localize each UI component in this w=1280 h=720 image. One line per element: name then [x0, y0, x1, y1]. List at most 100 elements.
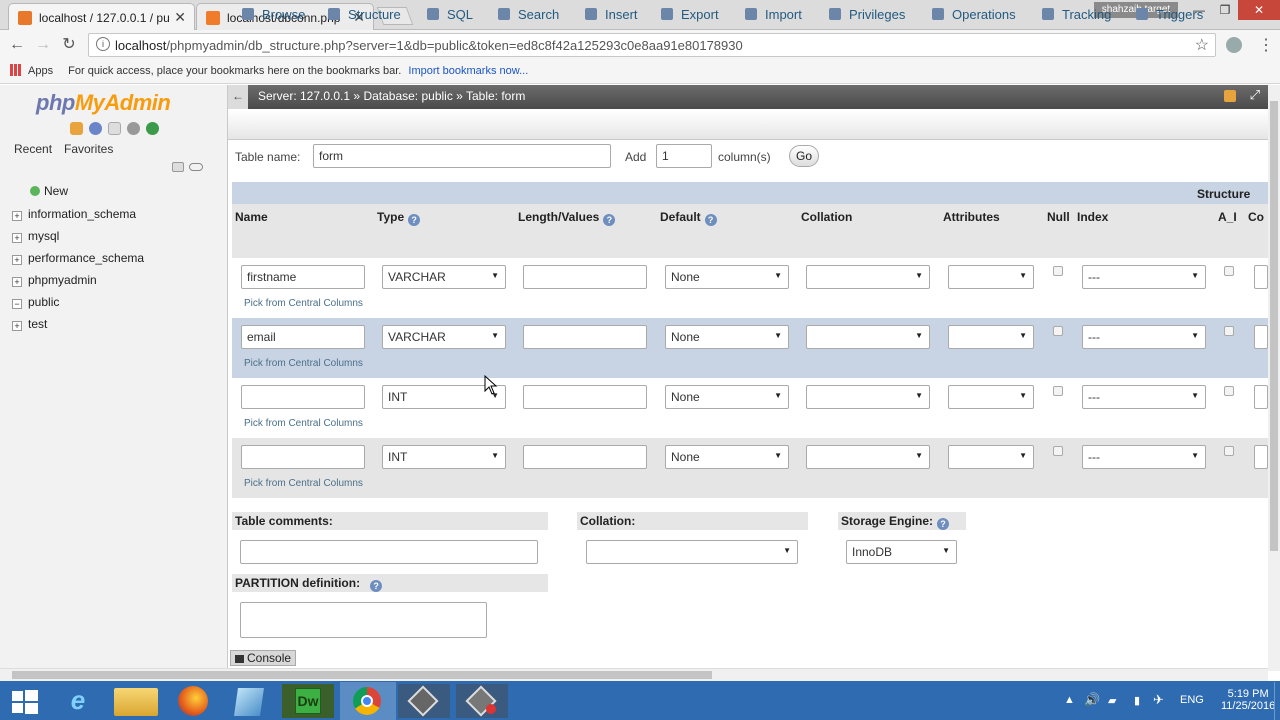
tree-item-public[interactable]: − public [12, 295, 59, 309]
restore-icon[interactable]: ❐ [1210, 0, 1240, 20]
tab-privileges[interactable]: Privileges [829, 7, 905, 22]
tab-import[interactable]: Import [745, 7, 802, 22]
table-name-input[interactable]: form [313, 144, 611, 168]
app-icon[interactable] [234, 688, 264, 716]
tab-structure[interactable]: Structure [328, 7, 401, 22]
horizontal-scrollbar[interactable] [0, 668, 1268, 681]
pick-central-columns-link[interactable]: Pick from Central Columns [244, 418, 363, 429]
apps-icon[interactable] [10, 64, 22, 76]
tab-export[interactable]: Export [661, 7, 719, 22]
internet-explorer-icon[interactable]: e [52, 684, 104, 718]
collation-select[interactable]: ▼ [806, 265, 930, 289]
info-icon[interactable]: i [96, 37, 110, 51]
comments-input[interactable] [1254, 445, 1268, 469]
link-icon[interactable] [189, 163, 203, 171]
settings-icon[interactable] [127, 122, 140, 135]
add-columns-input[interactable]: 1 [656, 144, 712, 168]
pick-central-columns-link[interactable]: Pick from Central Columns [244, 478, 363, 489]
close-tab-icon[interactable]: ✕ [174, 9, 186, 26]
type-select[interactable]: INT ▼ [382, 445, 506, 469]
tab-triggers[interactable]: Triggers [1136, 7, 1203, 22]
default-select[interactable]: None ▼ [665, 445, 789, 469]
length-input[interactable] [523, 385, 647, 409]
type-select[interactable]: VARCHAR ▼ [382, 265, 506, 289]
tree-item-phpmyadmin[interactable]: + phpmyadmin [12, 273, 97, 287]
null-checkbox[interactable] [1053, 386, 1063, 396]
help-icon[interactable]: ? [408, 214, 421, 226]
docs-icon[interactable] [108, 122, 121, 135]
collation-select[interactable]: ▼ [806, 385, 930, 409]
tree-item-performance-schema[interactable]: + performance_schema [12, 251, 144, 265]
help-icon[interactable]: ? [370, 580, 383, 592]
recent-tab[interactable]: Recent [14, 142, 52, 156]
default-select[interactable]: None ▼ [665, 325, 789, 349]
clock[interactable]: 5:19 PM 11/25/2016 [1221, 688, 1275, 712]
app-taskbar-button[interactable] [456, 684, 508, 718]
tree-item-test[interactable]: + test [12, 317, 47, 331]
table-comments-input[interactable] [240, 540, 538, 564]
scroll-thumb[interactable] [1270, 101, 1278, 551]
table-collation-select[interactable]: ▼ [586, 540, 798, 564]
menu-icon[interactable]: ⋮ [1258, 35, 1274, 55]
default-select[interactable]: None ▼ [665, 385, 789, 409]
battery-icon[interactable]: ▮ [1134, 694, 1140, 707]
comments-input[interactable] [1254, 325, 1268, 349]
help-icon[interactable]: ? [704, 214, 717, 226]
pick-central-columns-link[interactable]: Pick from Central Columns [244, 298, 363, 309]
file-explorer-icon[interactable] [114, 688, 158, 716]
bookmark-star-icon[interactable]: ☆ [1195, 35, 1209, 55]
breadcrumb-database[interactable]: Database: public [363, 89, 452, 103]
show-desktop-button[interactable] [1274, 682, 1280, 720]
tab-sql[interactable]: SQL [427, 7, 473, 22]
browser-tab-phpmyadmin[interactable]: localhost / 127.0.0.1 / pu ✕ [8, 3, 195, 30]
tree-item-new[interactable]: New [30, 184, 68, 198]
collapse-icon[interactable]: − [12, 299, 22, 309]
home-icon[interactable] [70, 122, 83, 135]
ai-checkbox[interactable] [1224, 446, 1234, 456]
tab-tracking[interactable]: Tracking [1042, 7, 1111, 22]
comments-input[interactable] [1254, 265, 1268, 289]
expand-icon[interactable]: + [12, 277, 22, 287]
column-name-input[interactable]: email [241, 325, 365, 349]
length-input[interactable] [523, 325, 647, 349]
windows-start-icon[interactable] [12, 690, 38, 714]
ai-checkbox[interactable] [1224, 266, 1234, 276]
tree-item-information-schema[interactable]: + information_schema [12, 207, 136, 221]
network-icon[interactable]: ▰ [1108, 694, 1116, 707]
null-checkbox[interactable] [1053, 266, 1063, 276]
tree-item-mysql[interactable]: + mysql [12, 229, 59, 243]
breadcrumb-table[interactable]: Table: form [466, 89, 525, 103]
vertical-scrollbar[interactable] [1268, 85, 1280, 671]
language-indicator[interactable]: ENG [1180, 694, 1204, 706]
console-button[interactable]: Console [230, 650, 296, 666]
firefox-icon[interactable] [178, 686, 208, 716]
column-name-input[interactable]: firstname [241, 265, 365, 289]
airplane-mode-icon[interactable]: ✈ [1153, 692, 1164, 708]
apps-link[interactable]: Apps [28, 65, 53, 77]
expand-icon[interactable]: + [12, 211, 22, 221]
default-select[interactable]: None ▼ [665, 265, 789, 289]
help-icon[interactable]: ? [603, 214, 616, 226]
index-select[interactable]: --- ▼ [1082, 445, 1206, 469]
collapse-nav-icon[interactable]: ← [228, 85, 248, 109]
attributes-select[interactable]: ▼ [948, 385, 1034, 409]
expand-icon[interactable]: + [12, 233, 22, 243]
ai-checkbox[interactable] [1224, 386, 1234, 396]
refresh-icon[interactable] [146, 122, 159, 135]
dreamweaver-taskbar-button[interactable]: Dw [282, 684, 334, 718]
forward-icon[interactable]: → [33, 36, 53, 54]
logout-icon[interactable] [89, 122, 102, 135]
extension-icon[interactable] [1226, 37, 1242, 53]
collation-select[interactable]: ▼ [806, 325, 930, 349]
show-hidden-icons[interactable]: ▲ [1064, 694, 1075, 706]
tab-operations[interactable]: Operations [932, 7, 1016, 22]
collation-select[interactable]: ▼ [806, 445, 930, 469]
length-input[interactable] [523, 265, 647, 289]
go-button[interactable]: Go [789, 145, 819, 167]
import-bookmarks-link[interactable]: Import bookmarks now... [408, 65, 528, 77]
reload-icon[interactable]: ↻ [59, 36, 79, 54]
window-close-icon[interactable]: ✕ [1238, 0, 1280, 20]
expand-icon[interactable]: + [12, 255, 22, 265]
phpmyadmin-logo[interactable]: phpMyAdmin [36, 90, 171, 116]
comments-input[interactable] [1254, 385, 1268, 409]
